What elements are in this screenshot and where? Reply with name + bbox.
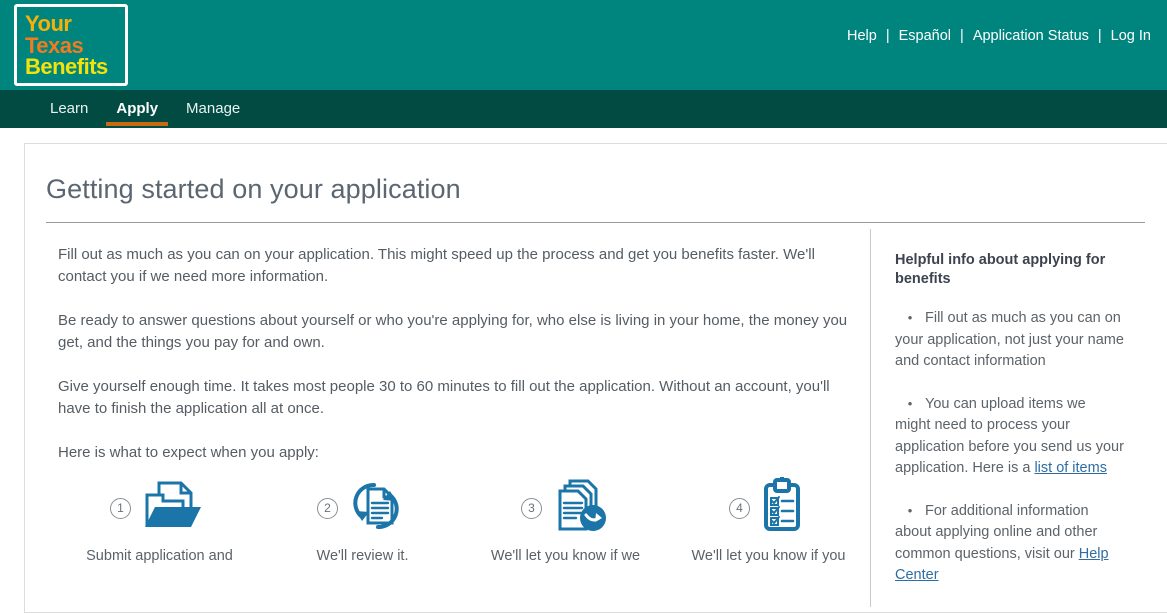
bullet-icon: • (907, 395, 913, 411)
content-body: Fill out as much as you can on your appl… (25, 223, 1167, 607)
step-item: 3 We'll let you know if we (464, 478, 667, 567)
step-icon-row: 4 (667, 476, 870, 540)
nav-tab-learn[interactable]: Learn (36, 90, 102, 128)
sidebar-list: • Fill out as much as you can on your app… (895, 307, 1125, 587)
logo-line-3: Benefits (25, 54, 108, 80)
sidebar-list-item: • Fill out as much as you can on your app… (895, 307, 1125, 373)
intro-paragraph-3: Give yourself enough time. It takes most… (58, 378, 830, 417)
clipboard-checklist-icon (756, 476, 808, 540)
bullet-icon: • (907, 502, 913, 518)
header-separator: | (960, 28, 964, 44)
sidebar-item-text: Fill out as much as you can on your appl… (895, 310, 1124, 369)
intro-paragraph-2: Be ready to answer questions about yours… (58, 312, 848, 351)
step-label-2: We'll review it. (316, 548, 409, 564)
intro-paragraph-1: Fill out as much as you can on your appl… (58, 246, 815, 285)
step-item: 2 We'll review it. (261, 478, 464, 567)
site-header: Your Texas Benefits Help | Español | Applica… (0, 0, 1167, 90)
main-column: Fill out as much as you can on your appl… (25, 223, 870, 607)
step-label-1: Submit application and (86, 548, 233, 564)
header-link-help[interactable]: Help (845, 28, 879, 44)
primary-navigation: Learn Apply Manage (0, 90, 1167, 128)
content-card: Getting started on your application Fill… (24, 143, 1167, 613)
step-label-3: We'll let you know if we (490, 548, 641, 564)
logo-line-2: Texas (25, 32, 84, 58)
steps-row: 1 Submit application and 2 We'll review … (58, 476, 870, 567)
header-link-espanol[interactable]: Español (897, 28, 953, 44)
site-logo[interactable]: Your Texas Benefits (14, 4, 128, 86)
step-number-1: 1 (110, 497, 131, 519)
step-number-4: 4 (729, 497, 750, 519)
sidebar-title: Helpful info about applying for benefits (895, 252, 1106, 287)
header-separator: | (885, 28, 890, 44)
helpful-info-sidebar: Helpful info about applying for benefits… (870, 229, 1145, 607)
step-number-2: 2 (317, 497, 338, 519)
step-number-3: 3 (521, 497, 542, 519)
document-folder-icon (137, 477, 209, 540)
nav-tab-manage[interactable]: Manage (172, 90, 254, 128)
page-title: Getting started on your application (46, 174, 461, 204)
nav-tab-apply[interactable]: Apply (102, 90, 172, 128)
step-item: 1 Submit application and (58, 478, 261, 567)
documents-arrow-icon (548, 477, 610, 540)
header-link-log-in[interactable]: Log In (1109, 28, 1153, 44)
sidebar-list-item: • You can upload items we might need to p… (895, 393, 1125, 480)
sidebar-link-list-of-items[interactable]: list of items (1034, 460, 1107, 476)
intro-paragraph-4: Here is what to expect when you apply: (58, 444, 319, 461)
header-separator: | (1097, 28, 1102, 44)
step-item: 4 We'll let you know if you (667, 476, 870, 567)
header-utility-links: Help | Español | Application Status | Log In (845, 0, 1167, 44)
sidebar-item-text: For additional information about applyin… (895, 502, 1098, 562)
document-refresh-icon (344, 477, 408, 540)
sidebar-list-item: • For additional information about applyi… (895, 500, 1125, 587)
logo-line-1: Your (25, 11, 72, 36)
step-icon-row: 3 (464, 478, 667, 538)
bullet-icon: • (907, 310, 913, 325)
header-link-application-status[interactable]: Application Status (971, 28, 1091, 44)
step-label-4: We'll let you know if you (691, 548, 846, 564)
step-icon-row: 2 (261, 478, 464, 538)
step-icon-row: 1 (58, 478, 261, 538)
